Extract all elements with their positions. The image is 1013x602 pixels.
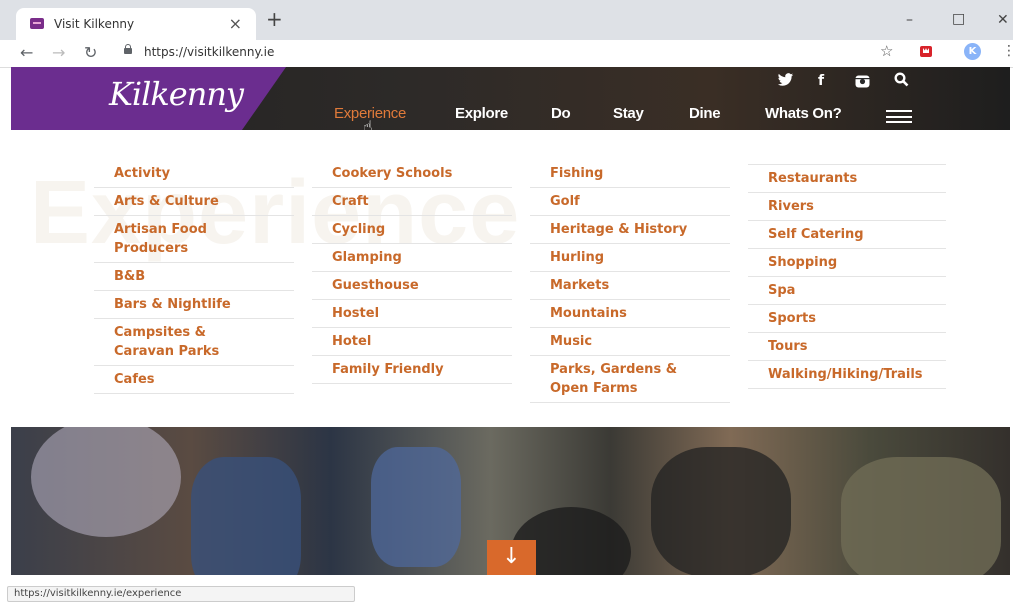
menu-item-shopping[interactable]: Shopping (748, 249, 946, 277)
browser-tab-strip: Visit Kilkenny × + – □ ✕ (0, 0, 1013, 40)
lock-icon (124, 44, 132, 54)
menu-item-artisan-food[interactable]: Artisan Food Producers (94, 216, 294, 263)
forward-icon[interactable]: → (52, 43, 65, 62)
reload-icon[interactable]: ↻ (84, 43, 97, 62)
menu-item-mountains[interactable]: Mountains (530, 300, 730, 328)
menu-column-4: Restaurants Rivers Self Catering Shoppin… (748, 164, 946, 389)
nav-dine[interactable]: Dine (689, 105, 721, 122)
menu-item-spa[interactable]: Spa (748, 277, 946, 305)
menu-column-2: Cookery Schools Craft Cycling Glamping G… (312, 160, 512, 384)
tab-close-icon[interactable]: × (229, 14, 242, 33)
bookmark-star-icon[interactable]: ☆ (880, 42, 893, 60)
back-icon[interactable]: ← (20, 43, 33, 62)
menu-item-fishing[interactable]: Fishing (530, 160, 730, 188)
menu-column-3: Fishing Golf Heritage & History Hurling … (530, 160, 730, 403)
menu-item-self-catering[interactable]: Self Catering (748, 221, 946, 249)
address-bar[interactable]: https://visitkilkenny.ie (110, 42, 900, 64)
profile-avatar[interactable]: K (964, 43, 981, 60)
new-tab-button[interactable]: + (266, 9, 283, 29)
nav-whats-on[interactable]: Whats On? (765, 105, 842, 122)
browser-menu-icon[interactable]: ⋮ (1002, 43, 1013, 59)
menu-item-campsites[interactable]: Campsites & Caravan Parks (94, 319, 294, 366)
menu-item-guesthouse[interactable]: Guesthouse (312, 272, 512, 300)
menu-item-hurling[interactable]: Hurling (530, 244, 730, 272)
menu-item-markets[interactable]: Markets (530, 272, 730, 300)
instagram-icon[interactable] (855, 75, 870, 92)
arrow-down-icon[interactable]: ↓ (487, 540, 536, 575)
hamburger-menu-icon[interactable] (886, 110, 912, 123)
site-logo[interactable]: Kilkenny (109, 75, 244, 113)
tab-title: Visit Kilkenny (54, 17, 135, 31)
nav-stay[interactable]: Stay (613, 105, 644, 122)
menu-item-hostel[interactable]: Hostel (312, 300, 512, 328)
menu-item-bnb[interactable]: B&B (94, 263, 294, 291)
menu-item-cafes[interactable]: Cafes (94, 366, 294, 394)
menu-item-arts-culture[interactable]: Arts & Culture (94, 188, 294, 216)
menu-item-restaurants[interactable]: Restaurants (748, 165, 946, 193)
menu-item-rivers[interactable]: Rivers (748, 193, 946, 221)
menu-item-craft[interactable]: Craft (312, 188, 512, 216)
menu-item-cookery-schools[interactable]: Cookery Schools (312, 160, 512, 188)
browser-tab[interactable]: Visit Kilkenny × (16, 8, 256, 40)
browser-toolbar: ← → ↻ https://visitkilkenny.ie ☆ K ⋮ (0, 40, 1013, 68)
menu-item-bars-nightlife[interactable]: Bars & Nightlife (94, 291, 294, 319)
menu-item-sports[interactable]: Sports (748, 305, 946, 333)
maximize-icon[interactable]: □ (952, 11, 965, 27)
menu-item-glamping[interactable]: Glamping (312, 244, 512, 272)
status-bar: https://visitkilkenny.ie/experience (7, 586, 355, 602)
menu-item-parks-gardens[interactable]: Parks, Gardens & Open Farms (530, 356, 730, 403)
menu-item-golf[interactable]: Golf (530, 188, 730, 216)
nav-explore[interactable]: Explore (455, 105, 508, 122)
menu-item-walking-hiking[interactable]: Walking/Hiking/Trails (748, 361, 946, 389)
favicon-icon (30, 18, 44, 29)
menu-item-heritage-history[interactable]: Heritage & History (530, 216, 730, 244)
menu-item-hotel[interactable]: Hotel (312, 328, 512, 356)
window-close-icon[interactable]: ✕ (997, 12, 1009, 28)
menu-item-tours[interactable]: Tours (748, 333, 946, 361)
url-text: https://visitkilkenny.ie (144, 45, 275, 59)
hand-cursor-icon: ☝ (363, 117, 373, 136)
nav-do[interactable]: Do (551, 105, 571, 122)
menu-item-music[interactable]: Music (530, 328, 730, 356)
twitter-icon[interactable] (777, 73, 794, 91)
mcafee-extension-icon[interactable] (920, 46, 932, 57)
menu-item-cycling[interactable]: Cycling (312, 216, 512, 244)
menu-item-family-friendly[interactable]: Family Friendly (312, 356, 512, 384)
menu-column-1: Activity Arts & Culture Artisan Food Pro… (94, 160, 294, 394)
menu-item-activity[interactable]: Activity (94, 160, 294, 188)
facebook-icon[interactable]: f (818, 73, 824, 89)
minimize-icon[interactable]: – (906, 12, 913, 28)
search-icon[interactable] (894, 72, 909, 91)
